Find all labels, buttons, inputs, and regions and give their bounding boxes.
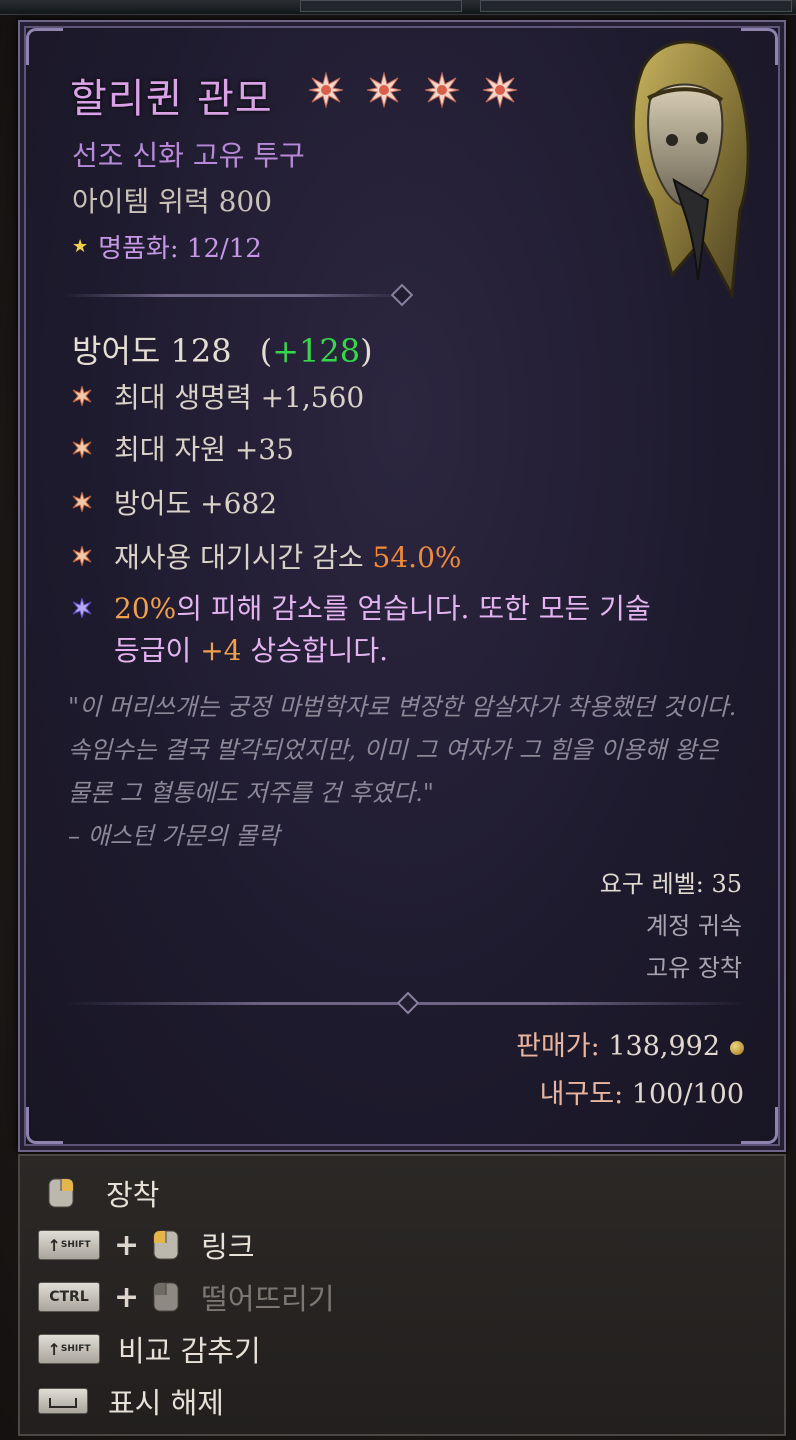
ancestral-star-icon bbox=[366, 72, 402, 108]
affix-text: 재사용 대기시간 감소 bbox=[114, 541, 373, 574]
durability-value: 100/100 bbox=[631, 1079, 744, 1110]
mouse-left-click-icon bbox=[153, 1282, 179, 1312]
flavor-source: – 애스턴 가문의 몰락 bbox=[68, 822, 280, 850]
unique-equipped: 고유 장착 bbox=[646, 954, 742, 982]
legendary-highlight-2: +4 bbox=[200, 634, 242, 667]
item-tooltip: 할리퀸 관모 선조 신화 고유 투구 아이템 위력 800 ★ 명품화: 12/… bbox=[18, 20, 786, 1152]
action-hide-compare[interactable]: ↑ SHIFT 비교 감추기 bbox=[38, 1328, 261, 1370]
space-key-icon bbox=[38, 1388, 88, 1414]
durability-row: 내구도: 100/100 bbox=[540, 1072, 744, 1111]
flavor-quote: "이 머리쓰개는 궁정 마법학자로 변장한 암살자가 착용했던 것이다. 속임수… bbox=[68, 693, 737, 807]
top-frame-tab-right bbox=[480, 0, 792, 12]
action-label: 비교 감추기 bbox=[118, 1334, 261, 1368]
affix-text: 최대 자원 +35 bbox=[114, 433, 294, 466]
frame-corner bbox=[741, 1107, 778, 1144]
action-equip[interactable]: 장착 bbox=[48, 1172, 159, 1214]
armor-bonus: +128 bbox=[272, 332, 361, 370]
masterwork-label: 명품화: 12/12 bbox=[98, 234, 262, 264]
game-screen: 할리퀸 관모 선조 신화 고유 투구 아이템 위력 800 ★ 명품화: 12/… bbox=[0, 0, 796, 1440]
shift-key-icon: ↑ SHIFT bbox=[38, 1230, 100, 1260]
ancestral-star-icon bbox=[482, 72, 518, 108]
sell-price-row: 판매가: 138,992 bbox=[516, 1024, 744, 1063]
gold-star-icon: ★ bbox=[72, 236, 89, 257]
item-power: 아이템 위력 800 bbox=[72, 185, 273, 218]
action-label: 장착 bbox=[106, 1178, 160, 1212]
shift-key-icon: ↑ SHIFT bbox=[38, 1334, 100, 1364]
masterwork-row: ★ 명품화: 12/12 bbox=[72, 228, 262, 265]
frame-corner bbox=[26, 28, 63, 65]
section-divider bbox=[64, 283, 414, 307]
legendary-aspect: 20%의 피해 감소를 얻습니다. 또한 모든 기술 등급이 +4 상승합니다. bbox=[72, 588, 754, 672]
gold-coin-icon bbox=[730, 1040, 744, 1055]
plus-icon: + bbox=[114, 1279, 140, 1315]
divider-gem bbox=[396, 991, 420, 1015]
account-bound: 계정 귀속 bbox=[646, 912, 742, 940]
frame-corner bbox=[26, 1107, 63, 1144]
affix-star-icon bbox=[72, 492, 92, 512]
legendary-text-1: 의 피해 감소를 얻습니다. 또한 모든 기술 bbox=[176, 592, 651, 625]
armor-label: 방어도 128 bbox=[72, 332, 232, 370]
mouse-right-click-icon bbox=[48, 1178, 74, 1208]
item-type: 선조 신화 고유 투구 bbox=[72, 139, 305, 172]
required-level: 요구 레벨: 35 bbox=[599, 870, 742, 898]
armor-row: 방어도 128 (+128) bbox=[72, 326, 373, 372]
action-label: 떨어뜨리기 bbox=[201, 1282, 335, 1316]
affix-highlight: 54.0% bbox=[372, 541, 462, 574]
item-actions-panel: 장착 ↑SHIFT + 링크 CTRL + 떨어뜨리기 ↑SHIFT 비교 bbox=[18, 1154, 786, 1436]
ancestral-star-icon bbox=[424, 72, 460, 108]
legendary-star-icon bbox=[72, 598, 92, 618]
item-name: 할리퀸 관모 bbox=[70, 76, 273, 122]
action-unmark[interactable]: 표시 해제 bbox=[38, 1380, 224, 1422]
affix-row: 최대 생명력 +1,560 bbox=[72, 376, 364, 416]
armor-paren-close: ) bbox=[360, 332, 373, 370]
affix-row: 재사용 대기시간 감소 54.0% bbox=[72, 536, 462, 576]
helmet-item-icon bbox=[631, 40, 750, 298]
legendary-highlight-1: 20% bbox=[114, 592, 177, 625]
ctrl-key-icon: CTRL bbox=[38, 1282, 100, 1312]
affix-star-icon bbox=[72, 546, 92, 566]
affix-text: 방어도 +682 bbox=[114, 487, 278, 520]
legendary-text-2a: 등급이 bbox=[114, 634, 201, 667]
action-link[interactable]: ↑ SHIFT + 링크 bbox=[38, 1224, 255, 1266]
affix-row: 방어도 +682 bbox=[72, 482, 277, 522]
top-frame-strip bbox=[0, 0, 796, 15]
sell-price-label: 판매가: bbox=[516, 1031, 600, 1062]
action-label: 표시 해제 bbox=[108, 1386, 224, 1420]
top-frame-tab-left bbox=[300, 0, 462, 12]
sell-price-value: 138,992 bbox=[608, 1031, 720, 1062]
mouse-left-click-icon bbox=[153, 1230, 179, 1260]
plus-icon: + bbox=[114, 1227, 140, 1263]
durability-label: 내구도: bbox=[539, 1079, 624, 1110]
action-drop[interactable]: CTRL + 떨어뜨리기 bbox=[38, 1276, 335, 1318]
item-rank-stars bbox=[308, 72, 518, 108]
affix-star-icon bbox=[72, 438, 92, 458]
ancestral-star-icon bbox=[308, 72, 344, 108]
legendary-text-2b: 상승합니다. bbox=[241, 634, 389, 667]
action-label: 링크 bbox=[201, 1230, 255, 1264]
affix-star-icon bbox=[72, 386, 92, 406]
armor-paren-open: ( bbox=[259, 332, 273, 370]
affix-text: 최대 생명력 +1,560 bbox=[114, 381, 365, 414]
divider-gem bbox=[390, 283, 414, 307]
section-divider bbox=[64, 991, 748, 1015]
flavor-text: "이 머리쓰개는 궁정 마법학자로 변장한 암살자가 착용했던 것이다. 속임수… bbox=[68, 686, 748, 858]
affix-row: 최대 자원 +35 bbox=[72, 428, 294, 468]
